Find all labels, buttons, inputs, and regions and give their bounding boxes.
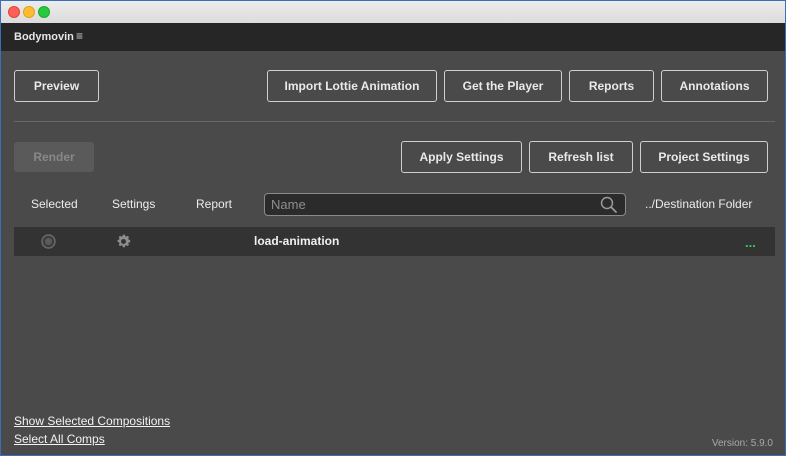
refresh-list-button[interactable]: Refresh list <box>529 141 633 173</box>
minimize-window-button[interactable] <box>23 6 35 18</box>
hamburger-menu-icon[interactable]: ≡ <box>76 29 83 43</box>
composition-name: load-animation <box>254 234 340 248</box>
close-window-button[interactable] <box>8 6 20 18</box>
column-header-settings: Settings <box>112 197 156 211</box>
show-selected-compositions-link[interactable]: Show Selected Compositions <box>14 414 170 428</box>
app-window: Bodymovin ≡ Preview Import Lottie Animat… <box>0 0 786 456</box>
search-icon[interactable] <box>599 195 619 215</box>
search-input[interactable] <box>265 194 599 215</box>
toolbar-divider <box>14 121 775 122</box>
maximize-window-button[interactable] <box>38 6 50 18</box>
more-options-icon[interactable]: ... <box>745 235 756 250</box>
apply-settings-button[interactable]: Apply Settings <box>401 141 522 173</box>
column-header-destination: ../Destination Folder <box>645 197 753 211</box>
column-header-report: Report <box>196 197 233 211</box>
table-row[interactable]: load-animation ... <box>14 227 775 256</box>
import-lottie-button[interactable]: Import Lottie Animation <box>267 70 437 102</box>
version-label: Version: 5.9.0 <box>711 438 773 449</box>
panel-header: Bodymovin ≡ <box>1 23 785 51</box>
render-button[interactable]: Render <box>14 142 94 172</box>
selection-radio[interactable] <box>41 234 56 249</box>
search-box <box>264 193 626 216</box>
project-settings-button[interactable]: Project Settings <box>640 141 768 173</box>
window-titlebar <box>1 1 785 24</box>
preview-button[interactable]: Preview <box>14 70 99 102</box>
gear-icon[interactable] <box>115 233 132 250</box>
panel-title: Bodymovin <box>14 31 74 43</box>
select-all-comps-link[interactable]: Select All Comps <box>14 432 105 446</box>
get-player-button[interactable]: Get the Player <box>444 70 562 102</box>
reports-button[interactable]: Reports <box>569 70 654 102</box>
annotations-button[interactable]: Annotations <box>661 70 768 102</box>
column-header-selected: Selected <box>31 197 78 211</box>
